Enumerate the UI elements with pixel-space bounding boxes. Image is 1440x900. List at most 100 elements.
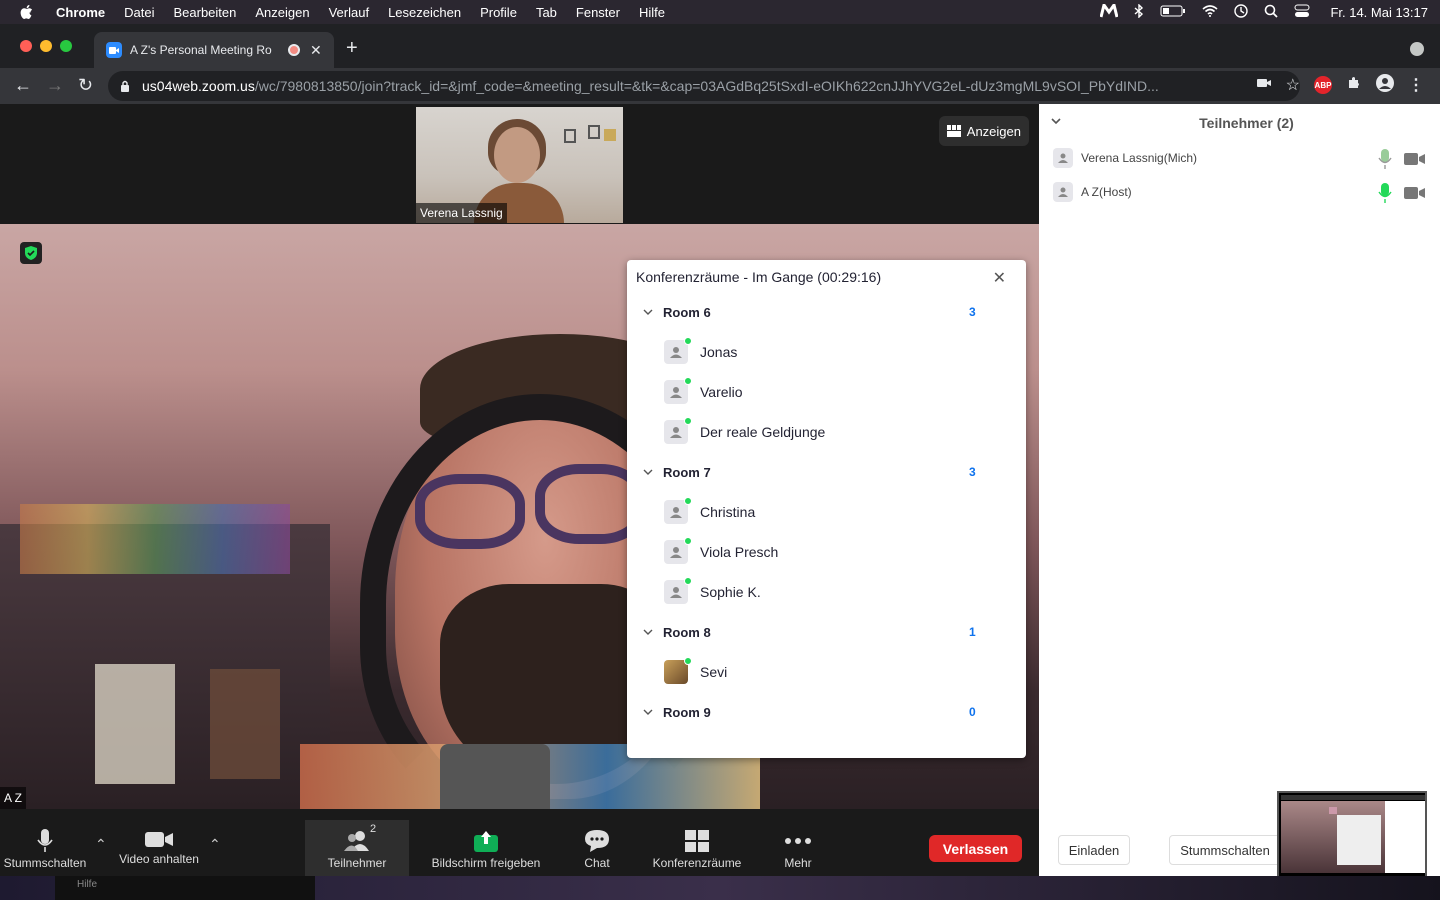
fullscreen-window-button[interactable] bbox=[60, 40, 72, 52]
mute-all-button[interactable]: Stummschalten bbox=[1169, 835, 1281, 865]
address-bar[interactable]: us04web.zoom.us/wc/7980813850/join?track… bbox=[108, 71, 1300, 101]
breakout-rooms-panel: Konferenzräume - Im Gange (00:29:16) ✕ R… bbox=[627, 260, 1026, 758]
close-window-button[interactable] bbox=[20, 40, 32, 52]
online-status-dot bbox=[684, 537, 692, 545]
participant-row[interactable]: Verena Lassnig(Mich) bbox=[1053, 148, 1428, 172]
room-member[interactable]: Sophie K. bbox=[664, 577, 964, 606]
camera-blocked-icon[interactable] bbox=[1256, 76, 1272, 94]
share-screen-button[interactable]: Bildschirm freigeben bbox=[424, 820, 548, 876]
room-name: Room 8 bbox=[663, 625, 711, 640]
participants-panel: Teilnehmer (2) Verena Lassnig(Mich) A Z(… bbox=[1039, 104, 1440, 876]
m-logo-icon[interactable] bbox=[1099, 0, 1119, 21]
room-member[interactable]: Jonas bbox=[664, 337, 964, 366]
microphone-icon bbox=[37, 829, 53, 852]
breakout-room-header[interactable]: Room 6 3 bbox=[643, 304, 983, 324]
back-icon[interactable]: ← bbox=[14, 76, 32, 94]
profile-avatar-icon[interactable] bbox=[1376, 73, 1394, 97]
wifi-icon[interactable] bbox=[1202, 4, 1218, 20]
online-status-dot bbox=[684, 377, 692, 385]
menu-hilfe[interactable]: Hilfe bbox=[639, 5, 665, 20]
video-options-chevron-icon[interactable]: ⌃ bbox=[209, 836, 221, 853]
minimize-window-button[interactable] bbox=[40, 40, 52, 52]
browser-tab-zoom[interactable]: A Z's Personal Meeting Ro ✕ bbox=[94, 32, 334, 68]
breakout-room-header[interactable]: Room 9 0 bbox=[643, 704, 983, 724]
preview-sidebar bbox=[1385, 801, 1425, 873]
forward-icon[interactable]: → bbox=[46, 76, 64, 94]
online-status-dot bbox=[684, 577, 692, 585]
default-avatar-icon bbox=[1053, 182, 1073, 202]
self-view-preview[interactable] bbox=[1277, 791, 1427, 886]
chevron-down-icon bbox=[643, 709, 653, 715]
leave-meeting-button[interactable]: Verlassen bbox=[929, 835, 1022, 862]
room-name: Room 6 bbox=[663, 305, 711, 320]
more-button[interactable]: Mehr bbox=[778, 820, 818, 876]
participant-row[interactable]: A Z(Host) bbox=[1053, 182, 1428, 206]
spotlight-search-icon[interactable] bbox=[1264, 4, 1279, 21]
participant-thumbnail[interactable]: Verena Lassnig bbox=[416, 107, 623, 223]
breakout-rooms-button[interactable]: Konferenzräume bbox=[646, 820, 748, 876]
desktop-dock: Hilfe bbox=[0, 876, 1440, 900]
microphone-active-icon[interactable] bbox=[1378, 182, 1392, 204]
stop-video-button[interactable]: Video anhalten bbox=[116, 820, 202, 876]
time-machine-icon[interactable] bbox=[1234, 3, 1249, 21]
menu-anzeigen[interactable]: Anzeigen bbox=[255, 5, 309, 20]
view-button[interactable]: Anzeigen bbox=[938, 116, 1029, 146]
menu-app-name[interactable]: Chrome bbox=[56, 5, 105, 20]
bluetooth-icon[interactable] bbox=[1134, 2, 1144, 21]
breakout-rooms-label: Konferenzräume bbox=[652, 856, 742, 870]
menu-lesezeichen[interactable]: Lesezeichen bbox=[388, 5, 461, 20]
participants-label: Teilnehmer bbox=[327, 856, 387, 870]
participants-panel-title: Teilnehmer (2) bbox=[1199, 115, 1294, 131]
battery-icon[interactable] bbox=[1160, 5, 1186, 20]
participant-name: Verena Lassnig(Mich) bbox=[1081, 151, 1198, 165]
video-camera-icon[interactable] bbox=[1404, 152, 1426, 166]
grid-view-icon bbox=[946, 125, 961, 137]
background-flag bbox=[20, 504, 290, 574]
reload-icon[interactable]: ↻ bbox=[78, 76, 93, 94]
member-name: Varelio bbox=[700, 384, 743, 400]
share-screen-label: Bildschirm freigeben bbox=[431, 856, 541, 870]
participants-button[interactable]: 2 Teilnehmer bbox=[305, 820, 409, 876]
share-screen-icon bbox=[474, 831, 498, 852]
room-member[interactable]: Christina bbox=[664, 497, 964, 526]
speaker-name-label: A Z bbox=[0, 787, 27, 809]
close-panel-icon[interactable]: ✕ bbox=[993, 268, 1006, 288]
breakout-room-header[interactable]: Room 7 3 bbox=[643, 464, 983, 484]
security-shield-icon[interactable] bbox=[20, 242, 42, 264]
chat-button[interactable]: Chat bbox=[574, 820, 620, 876]
apple-icon[interactable] bbox=[20, 4, 36, 20]
url-domain: us04web.zoom.us bbox=[142, 78, 255, 94]
menu-profile[interactable]: Profile bbox=[480, 5, 517, 20]
breakout-room-header[interactable]: Room 8 1 bbox=[643, 624, 983, 644]
chat-bubble-icon bbox=[585, 830, 609, 852]
bookmark-star-icon[interactable]: ☆ bbox=[1286, 75, 1300, 95]
menu-tab[interactable]: Tab bbox=[536, 5, 557, 20]
participants-count-badge: 2 bbox=[370, 823, 377, 835]
new-tab-icon[interactable]: + bbox=[346, 38, 358, 58]
invite-button[interactable]: Einladen bbox=[1058, 835, 1130, 865]
room-name: Room 9 bbox=[663, 705, 711, 720]
control-center-icon[interactable] bbox=[1294, 4, 1310, 21]
speaker-microphone bbox=[440, 744, 550, 809]
menu-bearbeiten[interactable]: Bearbeiten bbox=[173, 5, 236, 20]
tab-search-icon[interactable] bbox=[1410, 42, 1424, 56]
menu-fenster[interactable]: Fenster bbox=[576, 5, 620, 20]
room-member[interactable]: Sevi bbox=[664, 657, 964, 686]
video-camera-icon bbox=[145, 832, 173, 847]
member-name: Viola Presch bbox=[700, 544, 779, 560]
room-member[interactable]: Viola Presch bbox=[664, 537, 964, 566]
tab-title: A Z's Personal Meeting Ro bbox=[130, 43, 272, 57]
microphone-icon[interactable] bbox=[1378, 148, 1392, 170]
extensions-puzzle-icon[interactable] bbox=[1346, 75, 1362, 96]
chrome-menu-icon[interactable]: ⋮ bbox=[1408, 75, 1424, 95]
room-member[interactable]: Der reale Geldjunge bbox=[664, 417, 964, 446]
close-tab-icon[interactable]: ✕ bbox=[310, 42, 322, 59]
menu-verlauf[interactable]: Verlauf bbox=[329, 5, 369, 20]
adblock-plus-icon[interactable]: ABP bbox=[1314, 76, 1332, 94]
video-camera-icon[interactable] bbox=[1404, 186, 1426, 200]
audio-options-chevron-icon[interactable]: ⌃ bbox=[95, 836, 107, 853]
room-member[interactable]: Varelio bbox=[664, 377, 964, 406]
menu-datei[interactable]: Datei bbox=[124, 5, 154, 20]
menubar-clock[interactable]: Fr. 14. Mai 13:17 bbox=[1330, 5, 1428, 20]
mute-button[interactable]: Stummschalten bbox=[0, 820, 90, 876]
